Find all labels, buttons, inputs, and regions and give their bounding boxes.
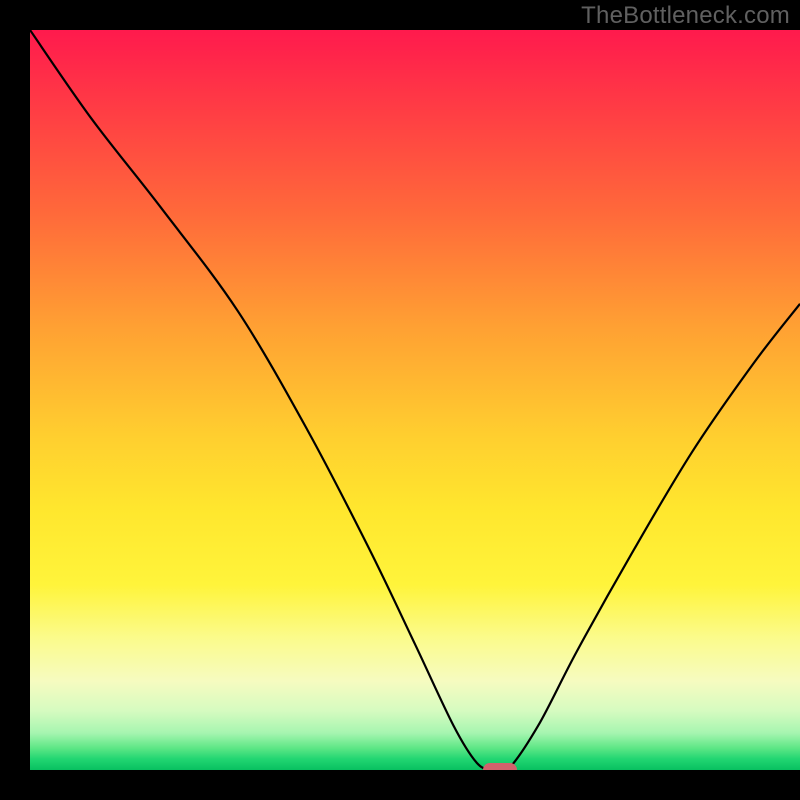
curve-path <box>30 30 800 770</box>
optimum-marker <box>483 763 517 770</box>
plot-area <box>30 30 800 770</box>
bottleneck-curve <box>30 30 800 770</box>
chart-frame: TheBottleneck.com <box>0 0 800 800</box>
watermark-text: TheBottleneck.com <box>581 2 790 30</box>
